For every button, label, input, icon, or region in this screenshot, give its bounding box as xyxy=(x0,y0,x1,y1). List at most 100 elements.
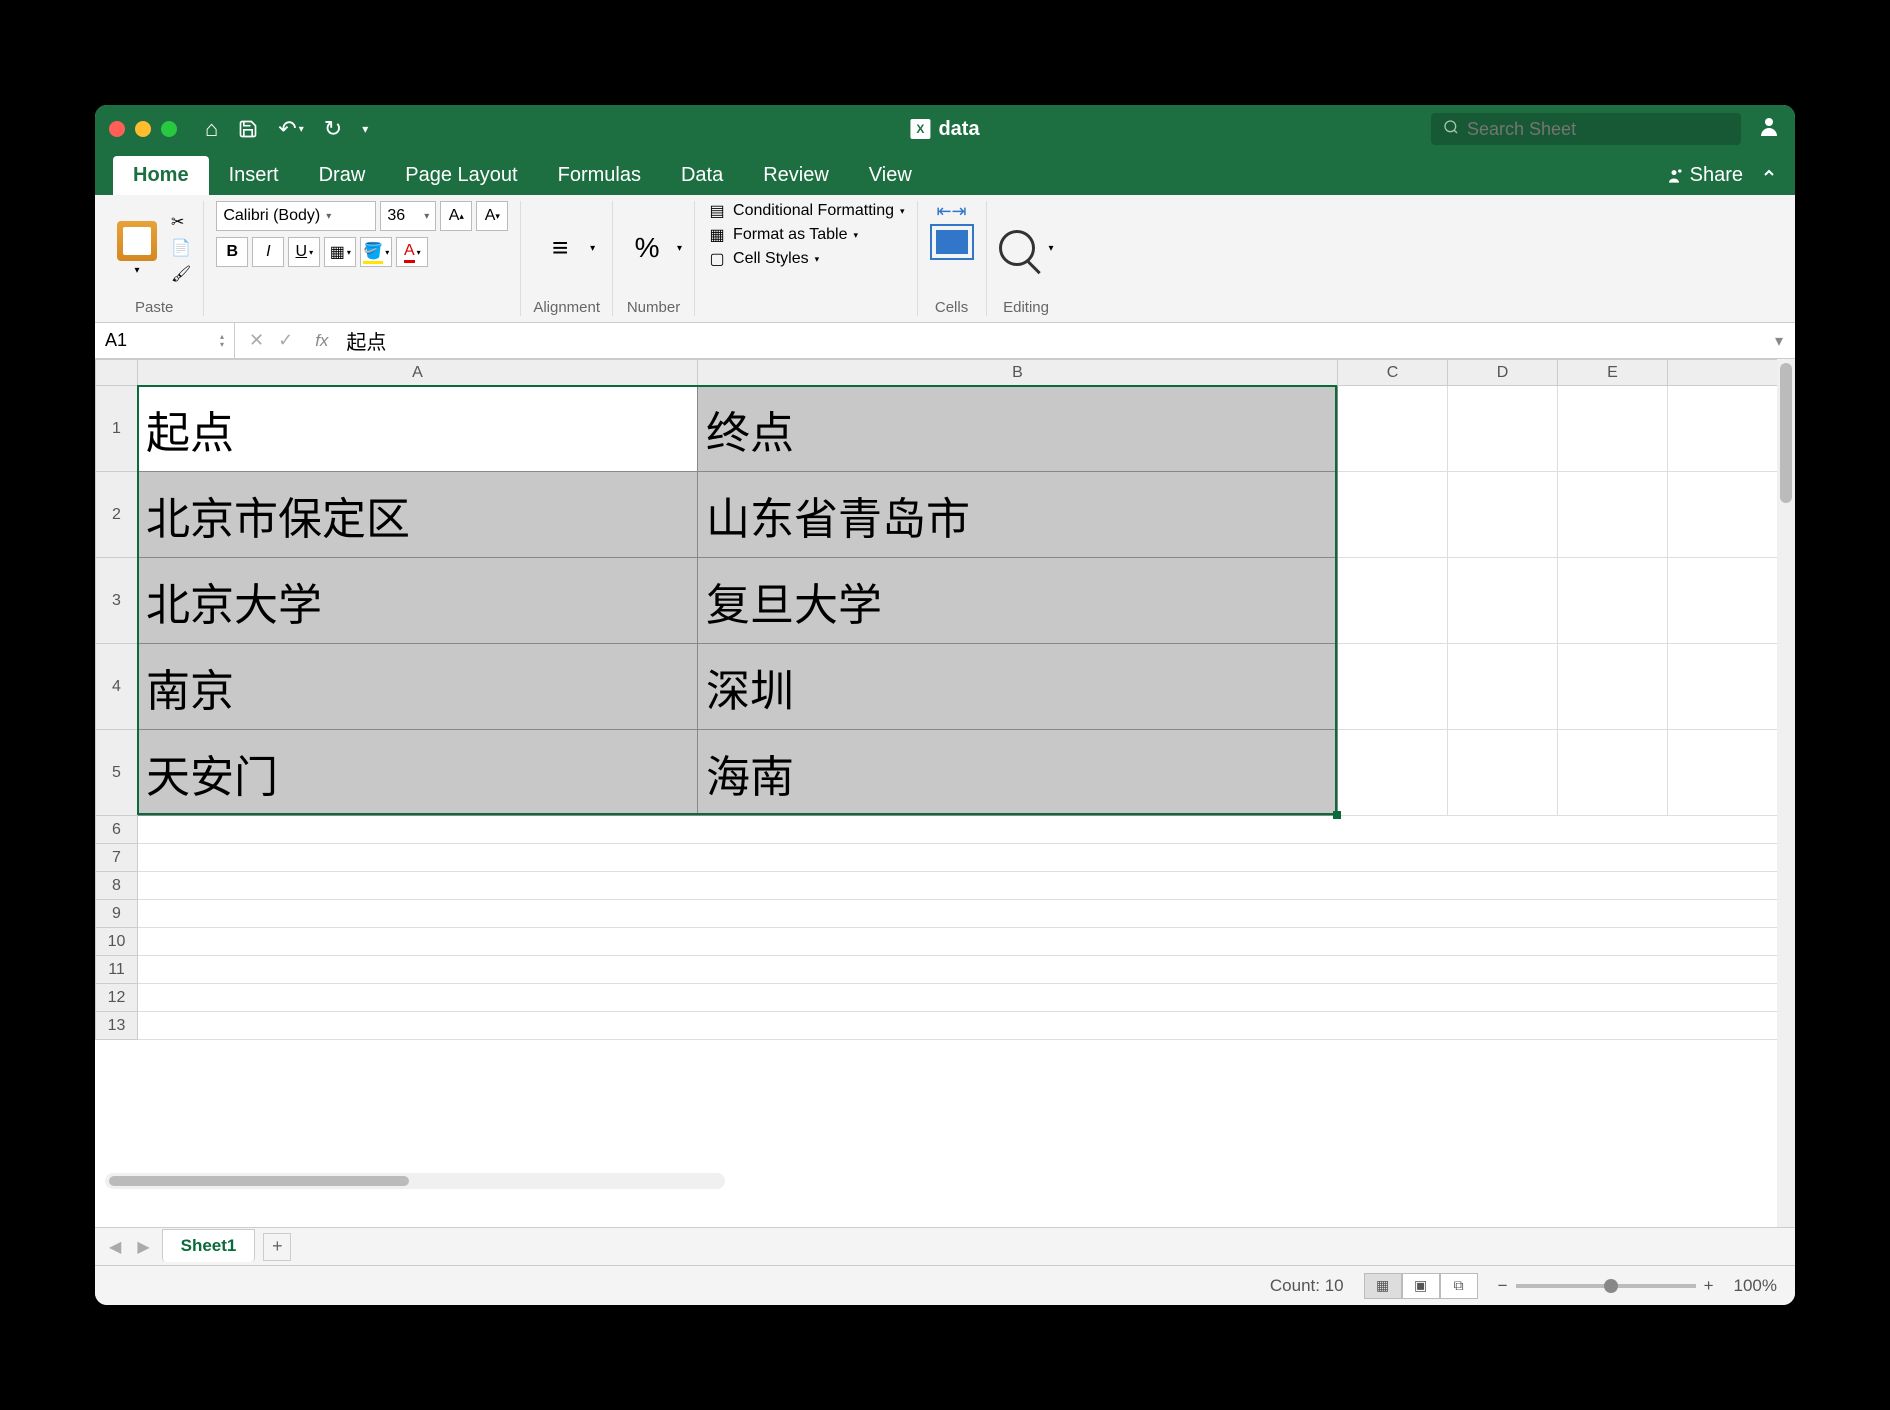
cell[interactable] xyxy=(1668,386,1795,472)
cut-icon[interactable]: ✂ xyxy=(171,212,191,232)
cell[interactable] xyxy=(138,816,1795,844)
fx-icon[interactable]: fx xyxy=(307,331,336,351)
cell[interactable] xyxy=(1448,644,1558,730)
cell-b5[interactable]: 海南 xyxy=(698,730,1338,816)
cell-b1[interactable]: 终点 xyxy=(698,386,1338,472)
cell[interactable] xyxy=(1448,558,1558,644)
format-cells-icon[interactable] xyxy=(930,224,974,260)
bold-button[interactable]: B xyxy=(216,237,248,267)
expand-formula-bar-icon[interactable]: ▾ xyxy=(1763,331,1795,351)
search-input[interactable] xyxy=(1467,119,1729,140)
underline-button[interactable]: U▾ xyxy=(288,237,320,267)
cell[interactable] xyxy=(138,928,1795,956)
copy-icon[interactable]: 📄 xyxy=(171,238,191,258)
tab-view[interactable]: View xyxy=(849,156,932,195)
home-icon[interactable]: ⌂ xyxy=(205,116,218,142)
tab-insert[interactable]: Insert xyxy=(209,156,299,195)
cell[interactable] xyxy=(1558,644,1668,730)
shrink-font-button[interactable]: A▾ xyxy=(476,201,508,231)
tab-page-layout[interactable]: Page Layout xyxy=(385,156,537,195)
sheet-tab-sheet1[interactable]: Sheet1 xyxy=(162,1229,256,1262)
prev-sheet-button[interactable]: ◀ xyxy=(105,1237,125,1257)
cell[interactable] xyxy=(1338,730,1448,816)
search-sheet-box[interactable] xyxy=(1431,113,1741,145)
cell[interactable] xyxy=(1448,386,1558,472)
format-as-table-button[interactable]: ▦Format as Table ▾ xyxy=(707,225,858,245)
tab-draw[interactable]: Draw xyxy=(299,156,386,195)
borders-button[interactable]: ▦▾ xyxy=(324,237,356,267)
tab-formulas[interactable]: Formulas xyxy=(538,156,661,195)
cell[interactable] xyxy=(1558,386,1668,472)
cell[interactable] xyxy=(1668,730,1795,816)
insert-delete-icon[interactable]: ⇤⇥ xyxy=(936,201,966,222)
select-all-corner[interactable] xyxy=(96,360,138,386)
row-header[interactable]: 12 xyxy=(96,984,138,1012)
zoom-out-button[interactable]: − xyxy=(1498,1276,1508,1296)
font-name-combo[interactable]: Calibri (Body)▾ xyxy=(216,201,376,231)
add-sheet-button[interactable]: + xyxy=(263,1233,291,1261)
cell[interactable] xyxy=(138,1012,1795,1040)
cell[interactable] xyxy=(1448,472,1558,558)
cell-a5[interactable]: 天安门 xyxy=(138,730,698,816)
find-icon[interactable] xyxy=(999,230,1035,266)
cell[interactable] xyxy=(138,872,1795,900)
row-header[interactable]: 10 xyxy=(96,928,138,956)
fill-color-button[interactable]: 🪣▾ xyxy=(360,237,392,267)
maximize-window-button[interactable] xyxy=(161,121,177,137)
row-header[interactable]: 7 xyxy=(96,844,138,872)
cell-a1[interactable]: 起点 xyxy=(138,386,698,472)
format-painter-icon[interactable]: 🖌 xyxy=(171,264,191,284)
row-header[interactable]: 13 xyxy=(96,1012,138,1040)
zoom-track[interactable] xyxy=(1516,1284,1696,1288)
cell-b4[interactable]: 深圳 xyxy=(698,644,1338,730)
cell[interactable] xyxy=(1338,644,1448,730)
alignment-icon[interactable]: ≡ xyxy=(538,226,582,270)
cell[interactable] xyxy=(1338,472,1448,558)
row-header[interactable]: 3 xyxy=(96,558,138,644)
cell[interactable] xyxy=(138,984,1795,1012)
col-header-a[interactable]: A xyxy=(138,360,698,386)
user-account-icon[interactable] xyxy=(1757,114,1781,145)
page-break-view-button[interactable]: ⧉ xyxy=(1440,1273,1478,1299)
page-layout-view-button[interactable]: ▣ xyxy=(1402,1273,1440,1299)
close-window-button[interactable] xyxy=(109,121,125,137)
zoom-slider[interactable]: − + xyxy=(1498,1276,1714,1296)
share-button[interactable]: Share xyxy=(1664,164,1743,187)
zoom-thumb[interactable] xyxy=(1604,1279,1618,1293)
redo-icon[interactable]: ↻ xyxy=(324,116,342,142)
row-header[interactable]: 5 xyxy=(96,730,138,816)
cell[interactable] xyxy=(1668,644,1795,730)
undo-icon[interactable]: ↶ ▾ xyxy=(278,116,303,142)
cell[interactable] xyxy=(138,956,1795,984)
collapse-ribbon-icon[interactable] xyxy=(1761,164,1777,187)
zoom-level[interactable]: 100% xyxy=(1734,1276,1777,1296)
cell-a4[interactable]: 南京 xyxy=(138,644,698,730)
horizontal-scrollbar[interactable] xyxy=(105,1173,725,1189)
cell-styles-button[interactable]: ▢Cell Styles ▾ xyxy=(707,249,819,269)
row-header[interactable]: 6 xyxy=(96,816,138,844)
col-header-d[interactable]: D xyxy=(1448,360,1558,386)
row-header[interactable]: 1 xyxy=(96,386,138,472)
cell[interactable] xyxy=(138,844,1795,872)
tab-review[interactable]: Review xyxy=(743,156,849,195)
cell[interactable] xyxy=(1338,558,1448,644)
cancel-formula-icon[interactable]: ✕ xyxy=(249,330,264,351)
next-sheet-button[interactable]: ▶ xyxy=(133,1237,153,1257)
grow-font-button[interactable]: A▴ xyxy=(440,201,472,231)
customize-qat-icon[interactable]: ▾ xyxy=(362,122,368,136)
accept-formula-icon[interactable]: ✓ xyxy=(278,330,293,351)
name-box[interactable]: A1 ▴▾ xyxy=(95,323,235,358)
vertical-scrollbar[interactable] xyxy=(1777,359,1795,1227)
row-header[interactable]: 4 xyxy=(96,644,138,730)
minimize-window-button[interactable] xyxy=(135,121,151,137)
cell-a2[interactable]: 北京市保定区 xyxy=(138,472,698,558)
row-header[interactable]: 9 xyxy=(96,900,138,928)
cell-b3[interactable]: 复旦大学 xyxy=(698,558,1338,644)
paste-icon[interactable] xyxy=(117,221,157,261)
col-header-blank[interactable] xyxy=(1668,360,1795,386)
row-header[interactable]: 2 xyxy=(96,472,138,558)
cell-a3[interactable]: 北京大学 xyxy=(138,558,698,644)
formula-input[interactable] xyxy=(336,329,1763,352)
col-header-c[interactable]: C xyxy=(1338,360,1448,386)
cell[interactable] xyxy=(1338,386,1448,472)
